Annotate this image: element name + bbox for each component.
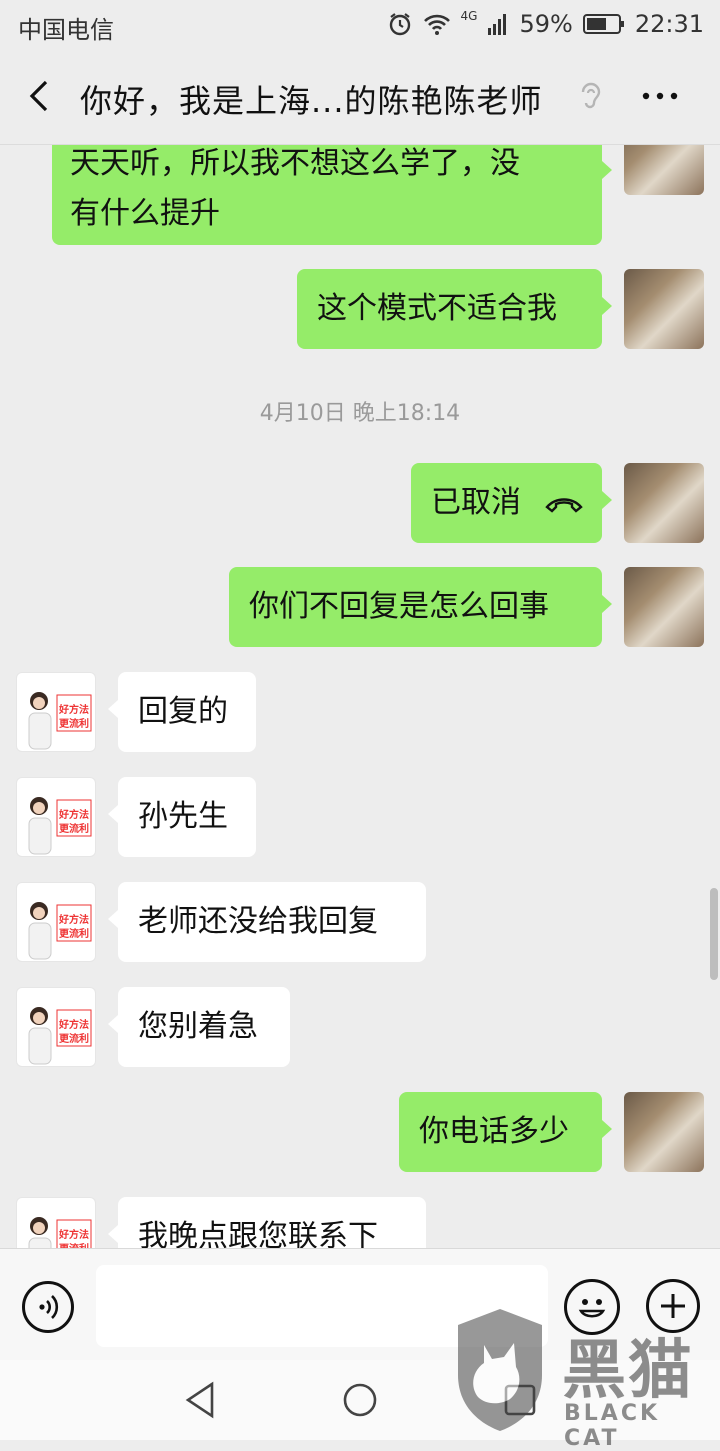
- teacher-avatar-text: 更流利: [59, 1240, 89, 1248]
- wifi-icon: [423, 14, 450, 35]
- my-avatar[interactable]: [624, 1092, 704, 1172]
- back-icon[interactable]: [22, 78, 58, 114]
- watermark-en-text: BLACK CAT: [564, 1401, 661, 1451]
- message-bubble-outgoing[interactable]: 天天听，所以我不想这么学了，没 有什么提升: [52, 145, 612, 245]
- message-bubble-incoming[interactable]: 孙先生: [108, 777, 256, 857]
- clock: 22:31: [634, 10, 704, 38]
- chat-area[interactable]: 天天听，所以我不想这么学了，没 有什么提升 这个模式不适合我 4月10日 晚上1…: [0, 145, 720, 1248]
- teacher-avatar-text: 好方法: [59, 915, 89, 926]
- network-type: 4G: [460, 9, 478, 23]
- my-avatar[interactable]: [624, 145, 704, 195]
- signal-icon: [488, 14, 507, 35]
- teacher-avatar[interactable]: 好方法 更流利: [16, 672, 96, 752]
- chat-title: 你好，我是上海...的陈艳陈老师: [80, 82, 543, 120]
- message-text: 回复的: [138, 694, 228, 729]
- message-text-line: 天天听，所以我不想这么学了，没: [70, 146, 520, 181]
- status-icons: 4G 59% 22:31: [387, 9, 704, 38]
- carrier-label: 中国电信: [18, 16, 114, 44]
- watermark-cn-text: 黑猫: [562, 1334, 694, 1408]
- teacher-avatar-text: 更流利: [59, 719, 89, 730]
- message-bubble-incoming[interactable]: 我晚点跟您联系下: [108, 1197, 426, 1248]
- earpiece-mode-icon: [581, 82, 601, 109]
- message-text: 老师还没给我回复: [138, 904, 378, 939]
- teacher-avatar-text: 更流利: [59, 824, 89, 835]
- teacher-avatar-text: 好方法: [59, 1230, 89, 1241]
- battery-icon: [582, 14, 624, 34]
- message-text: 你电话多少: [419, 1114, 569, 1149]
- my-avatar[interactable]: [624, 269, 704, 349]
- more-options-icon[interactable]: [640, 78, 680, 114]
- teacher-avatar-text: 更流利: [59, 1034, 89, 1045]
- message-text: 已取消: [431, 485, 521, 520]
- message-text: 您别着急: [138, 1009, 258, 1044]
- message-timestamp: 4月10日 晚上18:14: [259, 401, 461, 426]
- nav-home-icon[interactable]: [340, 1380, 380, 1420]
- message-text: 孙先生: [138, 799, 228, 834]
- alarm-icon: [389, 13, 410, 36]
- voice-input-icon[interactable]: [22, 1281, 74, 1333]
- hangup-phone-icon: [545, 498, 583, 513]
- teacher-avatar[interactable]: 好方法 更流利: [16, 987, 96, 1067]
- call-cancelled-bubble[interactable]: 已取消: [411, 463, 612, 543]
- teacher-avatar-text: 好方法: [59, 705, 89, 716]
- message-bubble-incoming[interactable]: 老师还没给我回复: [108, 882, 426, 962]
- my-avatar[interactable]: [624, 567, 704, 647]
- message-bubble-incoming[interactable]: 回复的: [108, 672, 256, 752]
- status-bar: 中国电信 4G 59% 22:31: [0, 0, 720, 50]
- message-text: 我晚点跟您联系下: [138, 1219, 378, 1248]
- cat-shield-logo-icon: [458, 1309, 542, 1431]
- teacher-avatar[interactable]: 好方法 更流利: [16, 1197, 96, 1248]
- teacher-avatar-text: 好方法: [59, 1020, 89, 1031]
- teacher-avatar[interactable]: 好方法 更流利: [16, 882, 96, 962]
- teacher-avatar-text: 好方法: [59, 810, 89, 821]
- my-avatar[interactable]: [624, 463, 704, 543]
- message-bubble-outgoing[interactable]: 你们不回复是怎么回事: [229, 567, 612, 647]
- chat-scrollbar[interactable]: [710, 888, 718, 980]
- battery-percent: 59%: [519, 10, 573, 38]
- message-bubble-outgoing[interactable]: 你电话多少: [399, 1092, 612, 1172]
- message-bubble-outgoing[interactable]: 这个模式不适合我: [297, 269, 612, 349]
- nav-back-icon[interactable]: [182, 1380, 218, 1420]
- teacher-avatar[interactable]: 好方法 更流利: [16, 777, 96, 857]
- teacher-avatar-text: 更流利: [59, 929, 89, 940]
- message-text: 你们不回复是怎么回事: [249, 589, 549, 624]
- message-bubble-incoming[interactable]: 您别着急: [108, 987, 290, 1067]
- chat-header: 你好，我是上海...的陈艳陈老师: [0, 50, 720, 145]
- message-text: 这个模式不适合我: [317, 291, 557, 326]
- black-cat-watermark: 黑猫 BLACK CAT: [450, 1305, 720, 1451]
- message-text-line: 有什么提升: [70, 196, 220, 231]
